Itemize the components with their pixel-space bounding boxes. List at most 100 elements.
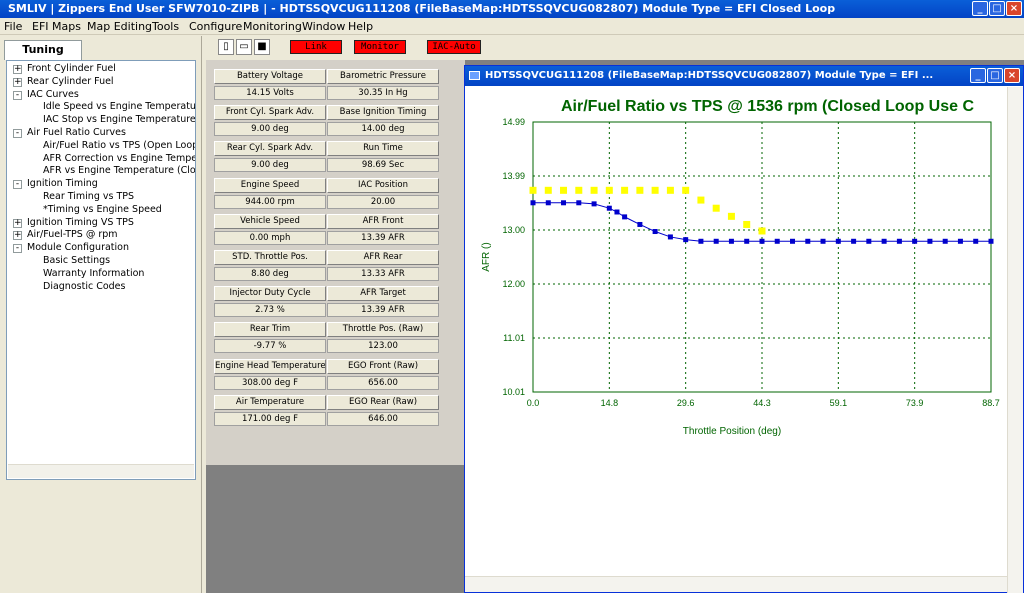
minimize-icon[interactable]: _ <box>972 1 988 16</box>
chart-window-title-bar[interactable]: HDTSSQVCUG111208 (FileBaseMap:HDTSSQVCUG… <box>465 66 1023 86</box>
tree-item[interactable]: IAC Curves <box>27 89 79 101</box>
data-point-blue <box>576 200 582 206</box>
y-tick-label: 10.01 <box>502 387 525 397</box>
data-point-blue <box>927 238 933 244</box>
tree-item[interactable]: Rear Timing vs TPS <box>43 191 134 203</box>
open-folder-icon[interactable]: ▭ <box>236 39 252 55</box>
monitor-field-value: 123.00 <box>327 339 439 354</box>
chart-close-icon[interactable]: × <box>1004 68 1020 83</box>
tree-item[interactable]: AFR Correction vs Engine Temperature <box>43 153 195 165</box>
tab-tuning-maps[interactable]: Tuning Maps <box>4 40 82 74</box>
tree-item[interactable]: Diagnostic Codes <box>43 281 125 293</box>
data-point-blue <box>957 238 963 244</box>
iac-auto-button[interactable]: IAC-Auto <box>427 40 481 54</box>
x-tick-label: 44.3 <box>753 398 771 408</box>
data-point-blue <box>866 238 872 244</box>
tree-item[interactable]: Warranty Information <box>43 268 144 280</box>
menu-configure[interactable]: Configure <box>189 20 242 33</box>
tuning-maps-tree[interactable]: + Front Cylinder Fuel + Rear Cylinder Fuel -… <box>6 60 196 480</box>
data-point-blue <box>774 238 780 244</box>
monitor-field-label[interactable]: Run Time <box>327 141 439 157</box>
data-point-blue <box>667 234 673 240</box>
tree-expander-icon[interactable]: + <box>13 65 22 74</box>
window-icon <box>469 71 480 80</box>
tree-item[interactable]: Air/Fuel-TPS @ rpm <box>27 229 118 241</box>
monitor-field-label[interactable]: Injector Duty Cycle <box>214 286 326 302</box>
y-tick-label: 14.99 <box>502 117 525 127</box>
tree-expander-icon[interactable]: + <box>13 218 22 228</box>
data-point-blue <box>896 238 902 244</box>
data-point-blue <box>530 200 536 206</box>
monitor-field-label[interactable]: Battery Voltage <box>214 69 326 84</box>
monitor-field-label[interactable]: EGO Front (Raw) <box>327 358 439 374</box>
menu-file[interactable]: File <box>4 20 22 33</box>
tree-item[interactable]: Air/Fuel Ratio vs TPS (Open Loop Use <box>43 140 195 152</box>
monitor-field-value: -9.77 % <box>214 339 326 354</box>
tree-item[interactable]: Ignition Timing VS TPS <box>27 217 134 229</box>
tree-expander-icon[interactable]: - <box>13 244 22 254</box>
data-point-blue <box>728 238 734 244</box>
monitor-field-label[interactable]: Front Cyl. Spark Adv. <box>214 105 326 121</box>
menu-window[interactable]: Window <box>302 20 345 33</box>
tree-item[interactable]: Module Configuration <box>27 242 129 254</box>
monitor-field-value: 9.00 deg <box>214 122 326 137</box>
monitor-field-label[interactable]: STD. Throttle Pos. <box>214 250 326 265</box>
close-icon[interactable]: × <box>1006 1 1022 16</box>
chart-minimize-icon[interactable]: _ <box>970 68 986 83</box>
monitor-field-label[interactable]: Engine Head Temperature <box>214 358 326 374</box>
tree-item[interactable]: *Timing vs Engine Speed <box>43 204 162 216</box>
maximize-icon[interactable]: □ <box>989 1 1005 16</box>
tree-item[interactable]: Air Fuel Ratio Curves <box>27 127 126 139</box>
monitor-field-label[interactable]: Vehicle Speed <box>214 213 326 229</box>
monitor-field-label[interactable]: IAC Position <box>327 177 439 193</box>
monitor-field-value: 646.00 <box>327 411 439 426</box>
tree-item[interactable]: Rear Cylinder Fuel <box>27 76 114 88</box>
tree-expander-icon[interactable]: - <box>13 90 22 100</box>
menu-map-editing[interactable]: Map Editing <box>87 20 152 33</box>
tree-horizontal-scrollbar[interactable] <box>8 464 194 478</box>
chart-vertical-scrollbar[interactable] <box>1007 87 1023 593</box>
monitor-field-label[interactable]: Engine Speed <box>214 177 326 193</box>
menu-monitoring[interactable]: Monitoring <box>243 20 302 33</box>
tree-expander-icon[interactable]: + <box>13 231 22 241</box>
data-point-blue <box>591 201 597 207</box>
data-point-yellow <box>727 212 735 220</box>
menu-efi-maps[interactable]: EFI Maps <box>32 20 81 33</box>
tree-item[interactable]: Ignition Timing <box>27 178 98 190</box>
new-file-icon[interactable]: ▯ <box>218 39 234 55</box>
tree-expander-icon[interactable]: - <box>13 129 22 138</box>
monitor-field-label[interactable]: Base Ignition Timing <box>327 105 439 121</box>
monitor-field-label[interactable]: AFR Front <box>327 213 439 229</box>
monitor-field-label[interactable]: Throttle Pos. (Raw) <box>327 322 439 338</box>
tree-item[interactable]: Basic Settings <box>43 255 110 267</box>
tree-item[interactable]: Idle Speed vs Engine Temperature <box>43 101 195 113</box>
save-icon[interactable]: ■ <box>254 39 270 55</box>
tree-expander-icon[interactable]: - <box>13 180 22 190</box>
data-point-blue <box>912 238 918 244</box>
monitor-field-label[interactable]: Rear Trim <box>214 322 326 338</box>
menu-help[interactable]: Help <box>348 20 373 33</box>
monitor-field-label[interactable]: AFR Rear <box>327 250 439 265</box>
data-point-blue <box>713 238 719 244</box>
monitor-field-label[interactable]: Barometric Pressure <box>327 69 439 84</box>
data-point-yellow <box>590 186 598 194</box>
chart-maximize-icon[interactable]: □ <box>987 68 1003 83</box>
chart-title: Air/Fuel Ratio vs TPS @ 1536 rpm (Closed… <box>561 98 974 115</box>
monitor-field-label[interactable]: Air Temperature <box>214 394 326 410</box>
tree-expander-icon[interactable]: + <box>13 77 22 87</box>
tree-item[interactable]: AFR vs Engine Temperature (Closed <box>43 165 195 177</box>
monitor-field-label[interactable]: AFR Target <box>327 286 439 302</box>
tree-item[interactable]: Front Cylinder Fuel <box>27 63 116 75</box>
tree-item[interactable]: IAC Stop vs Engine Temperature <box>43 114 195 126</box>
monitor-field-value: 20.00 <box>327 194 439 209</box>
link-button[interactable]: Link <box>290 40 342 54</box>
data-point-blue <box>851 238 857 244</box>
menu-tools[interactable]: Tools <box>152 20 179 33</box>
monitor-field-label[interactable]: Rear Cyl. Spark Adv. <box>214 141 326 157</box>
monitor-button[interactable]: Monitor <box>354 40 406 54</box>
monitor-field-label[interactable]: EGO Rear (Raw) <box>327 394 439 410</box>
chart-horizontal-scrollbar[interactable] <box>465 576 1007 592</box>
data-point-blue <box>561 200 567 206</box>
data-point-yellow <box>758 227 766 235</box>
app-title: SMLIV | Zippers End User SFW7010-ZIPB | … <box>8 2 836 15</box>
